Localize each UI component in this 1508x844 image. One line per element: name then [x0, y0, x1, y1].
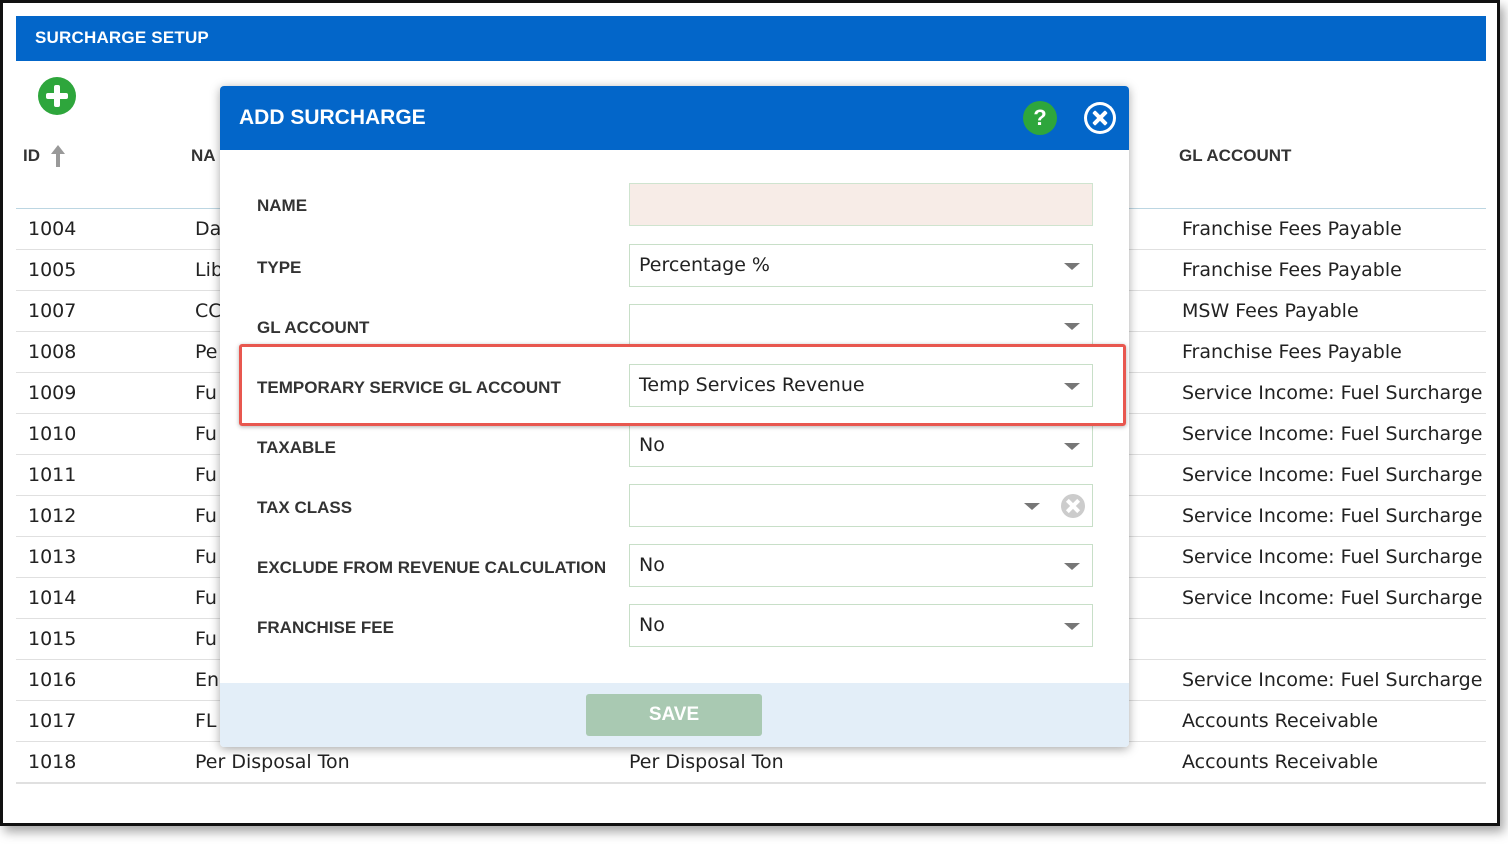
franchise-fee-select-value: No — [639, 614, 665, 636]
row-gl-account: Service Income: Fuel Surcharge — [1182, 505, 1483, 527]
app-window: SURCHARGE SETUP ID NA GL ACCOUNT 1004 Da F… — [0, 0, 1500, 826]
tax-class-select[interactable] — [629, 484, 1093, 527]
row-gl-account: Service Income: Fuel Surcharge — [1182, 423, 1483, 445]
chevron-down-icon — [1064, 263, 1080, 270]
sort-ascending-icon[interactable] — [48, 143, 68, 169]
taxable-label: TAXABLE — [257, 438, 337, 457]
name-label: NAME — [257, 196, 308, 215]
row-id: 1018 — [28, 751, 77, 773]
row-id: 1007 — [28, 300, 77, 322]
temp-service-gl-value: Temp Services Revenue — [639, 374, 865, 396]
gl-account-label: GL ACCOUNT — [257, 318, 370, 337]
temp-service-gl-label: TEMPORARY SERVICE GL ACCOUNT — [257, 378, 561, 397]
close-icon[interactable] — [1084, 102, 1116, 134]
row-id: 1005 — [28, 259, 77, 281]
add-surcharge-dialog: ADD SURCHARGE ? NAME TYPE Percentage % G… — [220, 86, 1129, 747]
row-id: 1016 — [28, 669, 77, 691]
page-title: SURCHARGE SETUP — [35, 28, 209, 47]
row-gl-account: Accounts Receivable — [1182, 710, 1379, 732]
row-gl-account: MSW Fees Payable — [1182, 300, 1359, 322]
row-gl-account: Franchise Fees Payable — [1182, 218, 1402, 240]
column-header-name[interactable]: NA — [191, 146, 216, 166]
row-id: 1014 — [28, 587, 77, 609]
exclude-revenue-select[interactable]: No — [629, 544, 1093, 587]
column-header-id[interactable]: ID — [23, 146, 40, 166]
chevron-down-icon — [1064, 623, 1080, 630]
type-select[interactable]: Percentage % — [629, 244, 1093, 287]
row-name: Per Disposal Ton — [195, 751, 350, 773]
row-name: Lib — [195, 259, 223, 281]
taxable-select[interactable]: No — [629, 424, 1093, 467]
row-gl-account: Accounts Receivable — [1182, 751, 1379, 773]
row-name: En — [195, 669, 220, 691]
row-id: 1011 — [28, 464, 77, 486]
franchise-fee-label: FRANCHISE FEE — [257, 618, 394, 637]
row-name: Fu — [195, 628, 217, 650]
row-gl-account: Franchise Fees Payable — [1182, 341, 1402, 363]
row-gl-account: Service Income: Fuel Surcharge — [1182, 546, 1483, 568]
row-name: Fu — [195, 587, 217, 609]
chevron-down-icon — [1064, 323, 1080, 330]
chevron-down-icon — [1064, 383, 1080, 390]
dialog-footer: SAVE — [220, 683, 1129, 747]
type-select-value: Percentage % — [639, 254, 770, 276]
row-id: 1010 — [28, 423, 77, 445]
row-name: Fu — [195, 423, 217, 445]
type-label: TYPE — [257, 258, 302, 277]
row-description: Per Disposal Ton — [629, 751, 784, 773]
row-id: 1015 — [28, 628, 77, 650]
row-name: Fu — [195, 546, 217, 568]
temp-service-gl-select[interactable]: Temp Services Revenue — [629, 364, 1093, 407]
dialog-header: ADD SURCHARGE ? — [220, 86, 1129, 150]
exclude-revenue-label: EXCLUDE FROM REVENUE CALCULATION — [257, 558, 607, 577]
table-bottom-divider — [16, 783, 1486, 784]
row-gl-account: Service Income: Fuel Surcharge — [1182, 669, 1483, 691]
row-name: Fu — [195, 505, 217, 527]
add-surcharge-button[interactable] — [38, 77, 76, 115]
dialog-title: ADD SURCHARGE — [239, 106, 426, 129]
chevron-down-icon — [1064, 443, 1080, 450]
clear-icon[interactable] — [1061, 494, 1085, 518]
row-id: 1012 — [28, 505, 77, 527]
row-name: CC — [195, 300, 222, 322]
gl-account-select[interactable] — [629, 304, 1093, 347]
row-gl-account: Service Income: Fuel Surcharge — [1182, 382, 1483, 404]
row-gl-account: Service Income: Fuel Surcharge — [1182, 464, 1483, 486]
exclude-revenue-select-value: No — [639, 554, 665, 576]
row-id: 1008 — [28, 341, 77, 363]
row-id: 1009 — [28, 382, 77, 404]
table-row[interactable]: 1018 Per Disposal Ton Per Disposal Ton Acco… — [16, 742, 1486, 783]
row-name: Fu — [195, 382, 217, 404]
row-gl-account: Service Income: Fuel Surcharge — [1182, 587, 1483, 609]
chevron-down-icon — [1024, 503, 1040, 510]
row-id: 1004 — [28, 218, 77, 240]
column-header-gl-account[interactable]: GL ACCOUNT — [1179, 146, 1291, 166]
franchise-fee-select[interactable]: No — [629, 604, 1093, 647]
chevron-down-icon — [1064, 563, 1080, 570]
tax-class-label: TAX CLASS — [257, 498, 353, 517]
row-name: FL — [195, 710, 217, 732]
row-name: Da — [195, 218, 222, 240]
help-icon[interactable]: ? — [1023, 101, 1057, 135]
save-button[interactable]: SAVE — [586, 694, 762, 736]
row-name: Pe — [195, 341, 218, 363]
row-gl-account: Franchise Fees Payable — [1182, 259, 1402, 281]
taxable-select-value: No — [639, 434, 665, 456]
row-name: Fu — [195, 464, 217, 486]
row-id: 1017 — [28, 710, 77, 732]
row-id: 1013 — [28, 546, 77, 568]
page-header: SURCHARGE SETUP — [16, 16, 1486, 61]
name-input[interactable] — [629, 183, 1093, 226]
